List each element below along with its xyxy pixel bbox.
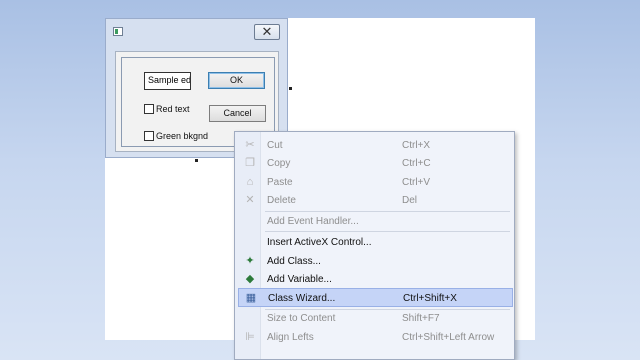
menu-separator (265, 231, 510, 232)
menu-item-shortcut: Ctrl+V (402, 177, 431, 188)
checkbox-box[interactable] (144, 104, 154, 114)
menu-item-label: Align Lefts (267, 332, 314, 343)
menu-item-label: Delete (267, 195, 296, 206)
cut-icon: ✂ (245, 139, 255, 151)
menu-item-label: Add Variable... (267, 274, 332, 285)
menu-item-shortcut: Ctrl+Shift+Left Arrow (402, 332, 495, 343)
menu-item-label: Class Wizard... (268, 293, 336, 304)
menu-item-cut[interactable]: ✂ Cut Ctrl+X (238, 136, 513, 155)
paste-icon: ⌂ (246, 176, 254, 188)
ok-button[interactable]: OK (208, 72, 265, 89)
menu-item-shortcut: Del (402, 195, 418, 206)
menu-item-shortcut: Shift+F7 (402, 313, 440, 324)
menu-item-add-variable[interactable]: ◆ Add Variable... (238, 270, 513, 289)
menu-item-add-event-handler[interactable]: Add Event Handler... (238, 212, 513, 231)
menu-item-label: Copy (267, 158, 291, 169)
menu-item-align-lefts[interactable]: ⊫ Align Lefts Ctrl+Shift+Left Arrow (238, 328, 513, 347)
menu-item-copy[interactable]: ❐ Copy Ctrl+C (238, 154, 513, 173)
resize-handle[interactable] (289, 87, 292, 90)
menu-item-label: Paste (267, 177, 293, 188)
resize-handle[interactable] (195, 159, 198, 162)
context-menu: ✂ Cut Ctrl+X ❐ Copy Ctrl+C ⌂ Paste Ctrl+… (234, 131, 515, 360)
menu-item-label: Size to Content (267, 313, 336, 324)
menu-item-shortcut: Ctrl+C (402, 158, 431, 169)
dialog-titlebar: ✕ (106, 19, 287, 43)
menu-item-paste[interactable]: ⌂ Paste Ctrl+V (238, 173, 513, 192)
align-lefts-icon: ⊫ (245, 331, 255, 343)
copy-icon: ❐ (245, 157, 255, 169)
delete-icon: ✕ (245, 194, 255, 206)
menu-item-insert-activex[interactable]: Insert ActiveX Control... (238, 233, 513, 252)
menu-item-add-class[interactable]: ✦ Add Class... (238, 252, 513, 271)
menu-item-shortcut: Ctrl+X (402, 140, 431, 151)
dialog-system-icon (113, 27, 123, 36)
checkbox-box[interactable] (144, 131, 154, 141)
add-variable-icon: ◆ (245, 273, 255, 285)
cancel-button[interactable]: Cancel (209, 105, 266, 122)
red-text-checkbox[interactable]: Red text (144, 104, 190, 114)
green-bkgnd-checkbox[interactable]: Green bkgnd (144, 131, 208, 141)
add-class-icon: ✦ (245, 255, 255, 267)
sample-edit-control[interactable]: Sample ed (144, 72, 191, 90)
class-wizard-icon: ▦ (245, 292, 257, 304)
menu-item-label: Cut (267, 140, 283, 151)
checkbox-label: Red text (156, 104, 190, 114)
menu-item-label: Add Class... (267, 256, 321, 267)
checkbox-label: Green bkgnd (156, 131, 209, 141)
close-icon[interactable]: ✕ (254, 24, 280, 40)
menu-item-delete[interactable]: ✕ Delete Del (238, 191, 513, 210)
menu-item-class-wizard[interactable]: ▦ Class Wizard... Ctrl+Shift+X (238, 288, 513, 307)
menu-item-label: Add Event Handler... (267, 216, 359, 227)
menu-item-size-to-content[interactable]: Size to Content Shift+F7 (238, 309, 513, 328)
menu-item-label: Insert ActiveX Control... (267, 237, 372, 248)
menu-item-shortcut: Ctrl+Shift+X (403, 293, 457, 304)
